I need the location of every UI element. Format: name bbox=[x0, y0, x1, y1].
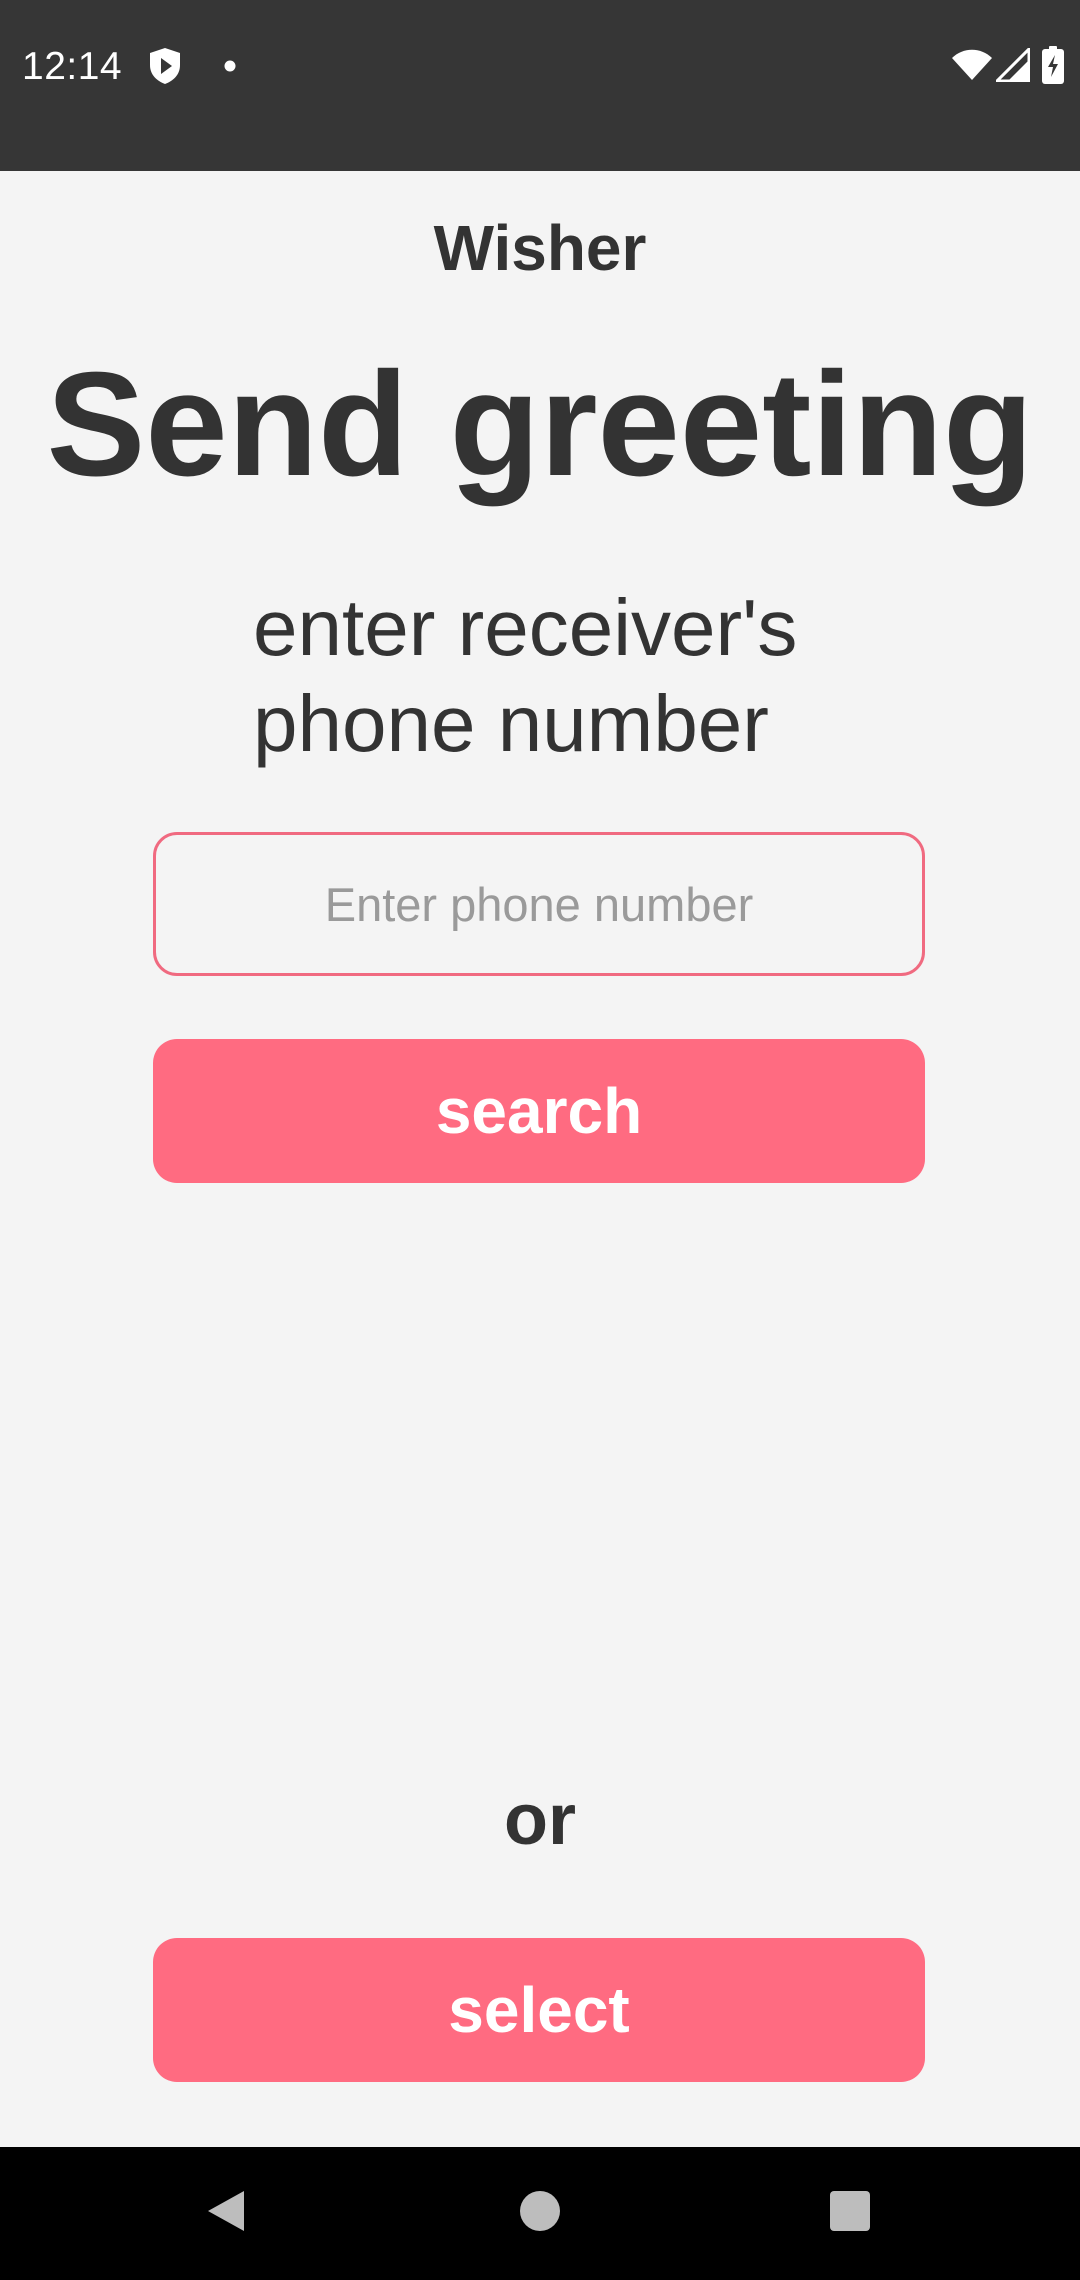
status-time: 12:14 bbox=[22, 45, 123, 88]
status-right-icons bbox=[952, 44, 1064, 89]
back-button[interactable] bbox=[176, 2167, 276, 2259]
phone-prompt-line1: enter receiver's bbox=[253, 583, 798, 672]
shield-play-icon bbox=[148, 47, 182, 90]
cell-signal-icon bbox=[993, 44, 1031, 87]
wifi-icon bbox=[952, 49, 992, 86]
or-label: or bbox=[504, 1780, 576, 1860]
select-button[interactable]: select bbox=[153, 1938, 925, 2082]
app-header-title: Wisher bbox=[433, 212, 647, 284]
home-button[interactable] bbox=[490, 2167, 590, 2259]
search-button[interactable]: search bbox=[153, 1039, 925, 1183]
page-title: Send greeting bbox=[46, 342, 1034, 507]
battery-charging-icon bbox=[1042, 45, 1064, 89]
phone-number-input[interactable] bbox=[153, 832, 925, 976]
back-icon bbox=[206, 2189, 246, 2238]
recents-button[interactable] bbox=[800, 2167, 900, 2259]
navigation-bar bbox=[0, 2147, 1080, 2280]
notification-dot-icon bbox=[224, 59, 236, 77]
phone-prompt: enter receiver's phone number bbox=[253, 580, 953, 772]
recents-icon bbox=[829, 2190, 871, 2237]
status-bar: 12:14 bbox=[0, 0, 1080, 171]
phone-prompt-line2: phone number bbox=[253, 679, 769, 768]
home-icon bbox=[519, 2190, 561, 2237]
status-left-icons bbox=[148, 47, 236, 90]
